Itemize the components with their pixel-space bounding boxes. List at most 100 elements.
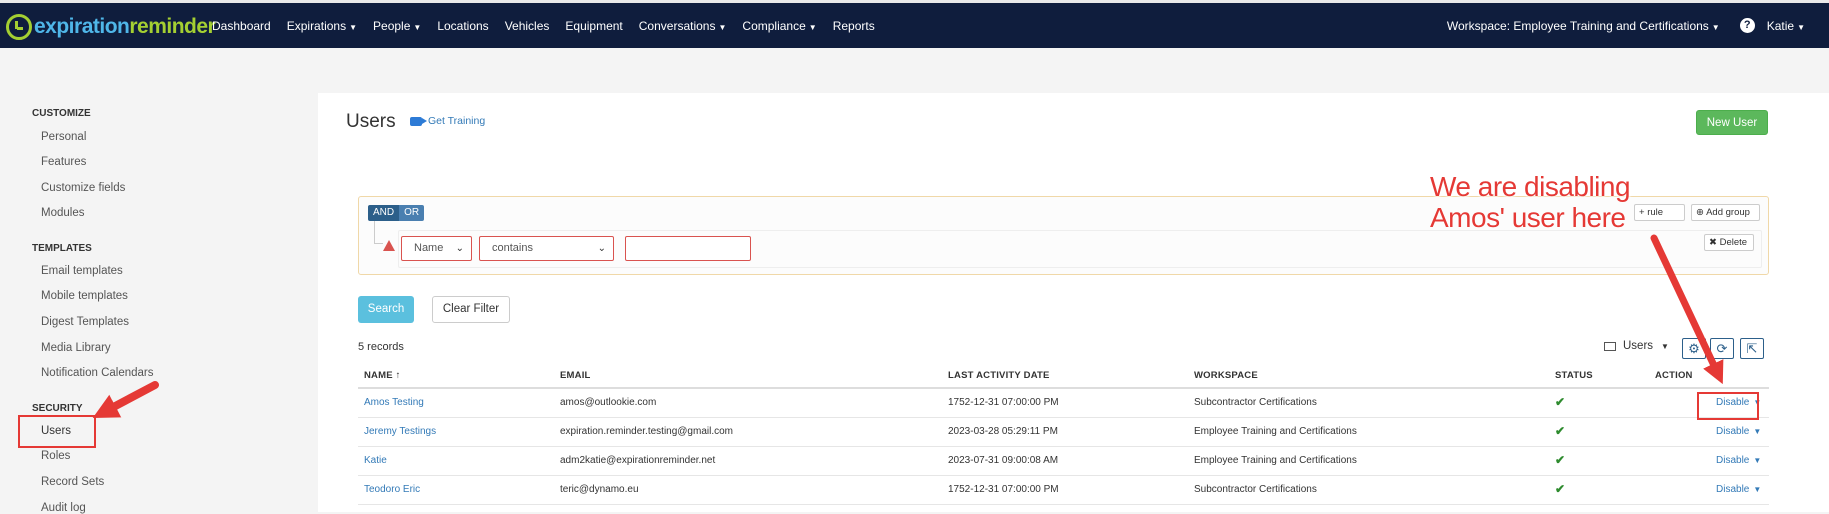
user-workspace: Employee Training and Certifications — [1194, 426, 1357, 437]
user-email: expiration.reminder.testing@gmail.com — [560, 426, 734, 437]
user-name-link[interactable]: Amos Testing — [364, 397, 424, 408]
col-email[interactable]: EMAIL — [560, 370, 591, 381]
workspace-selector[interactable]: Workspace: Employee Training and Certifi… — [1447, 19, 1720, 33]
plus-circle-icon: ⊕ — [1696, 207, 1707, 218]
caret-down-icon: ▼ — [349, 22, 358, 32]
sidebar-item-digest-templates[interactable]: Digest Templates — [41, 316, 129, 328]
caret-down-icon[interactable]: ▼ — [1753, 456, 1761, 465]
chevron-down-icon: ⌄ — [597, 243, 606, 254]
col-workspace[interactable]: WORKSPACE — [1194, 370, 1258, 381]
table-icon — [1604, 341, 1616, 351]
field-select[interactable]: Name ⌄ — [401, 236, 472, 261]
disable-button[interactable]: Disable ▼ — [1716, 455, 1761, 466]
checkmark-icon: ✔ — [1555, 453, 1566, 467]
user-email: adm2katie@expirationreminder.net — [560, 455, 716, 466]
sidebar-item-mobile-templates[interactable]: Mobile templates — [41, 290, 128, 302]
user-last-activity: 1752-12-31 07:00:00 PM — [948, 397, 1059, 408]
caret-down-icon: ▼ — [1711, 22, 1720, 32]
caret-down-icon: ▼ — [1797, 22, 1805, 32]
col-name[interactable]: NAME ↑ — [364, 370, 401, 381]
page-title: Users — [346, 111, 396, 132]
user-last-activity: 2023-03-28 05:29:11 PM — [948, 426, 1058, 437]
rule-connector — [374, 221, 383, 244]
filter-value-input[interactable] — [625, 236, 751, 261]
brand-part1: expiration — [34, 15, 130, 38]
sidebar-item-media-library[interactable]: Media Library — [41, 342, 111, 354]
checkmark-icon: ✔ — [1555, 424, 1566, 438]
nav-compliance[interactable]: Compliance ▼ — [742, 19, 816, 33]
video-camera-icon — [410, 116, 427, 126]
nav-dashboard[interactable]: Dashboard — [212, 19, 271, 33]
help-icon[interactable]: ? — [1739, 18, 1755, 33]
caret-down-icon[interactable]: ▼ — [1753, 485, 1761, 494]
sidebar-item-features[interactable]: Features — [41, 156, 86, 168]
security-heading: SECURITY — [32, 403, 83, 414]
sidebar-item-customize-fields[interactable]: Customize fields — [41, 182, 125, 194]
chevron-down-icon: ⌄ — [455, 243, 464, 254]
add-rule-button[interactable]: + rule — [1634, 204, 1685, 221]
clear-filter-button[interactable]: Clear Filter — [432, 296, 510, 323]
nav-people[interactable]: People ▼ — [373, 19, 421, 33]
view-selector[interactable]: Users ▼ — [1604, 340, 1669, 352]
col-status[interactable]: STATUS — [1555, 370, 1593, 381]
get-training-label: Get Training — [428, 115, 486, 127]
caret-down-icon: ▼ — [1661, 341, 1669, 351]
warning-icon — [383, 240, 395, 251]
user-name-link[interactable]: Jeremy Testings — [364, 426, 436, 437]
nav-expirations[interactable]: Expirations ▼ — [287, 19, 357, 33]
add-group-button[interactable]: ⊕ Add group — [1691, 204, 1760, 221]
and-or-toggle: AND OR — [368, 205, 425, 221]
annotation-line-1: We are disabling — [1430, 171, 1631, 202]
user-workspace: Subcontractor Certifications — [1194, 484, 1317, 495]
user-workspace: Subcontractor Certifications — [1194, 397, 1317, 408]
nav-locations[interactable]: Locations — [437, 19, 488, 33]
checkmark-icon: ✔ — [1555, 395, 1566, 409]
checkmark-icon: ✔ — [1555, 482, 1566, 496]
caret-down-icon: ▼ — [413, 22, 422, 32]
sidebar-item-notification-calendars[interactable]: Notification Calendars — [41, 367, 154, 379]
user-last-activity: 2023-07-31 09:00:08 AM — [948, 455, 1059, 466]
col-last-activity[interactable]: LAST ACTIVITY DATE — [948, 370, 1050, 381]
user-email: teric@dynamo.eu — [560, 484, 639, 495]
brand-part2: reminder — [129, 15, 216, 38]
export-icon[interactable]: ⇱ — [1740, 338, 1764, 359]
nav-reports[interactable]: Reports — [833, 19, 875, 33]
delete-rule-button[interactable]: ✖ Delete — [1704, 234, 1754, 251]
caret-down-icon[interactable]: ▼ — [1753, 427, 1761, 436]
sidebar-item-email-templates[interactable]: Email templates — [41, 265, 123, 277]
disable-button[interactable]: Disable ▼ — [1716, 484, 1761, 495]
search-button[interactable]: Search — [358, 296, 414, 323]
sidebar-item-record-sets[interactable]: Record Sets — [41, 476, 104, 488]
user-menu[interactable]: Katie ▼ — [1767, 19, 1805, 33]
col-action: ACTION — [1655, 370, 1693, 381]
disable-button[interactable]: Disable ▼ — [1716, 426, 1761, 437]
caret-down-icon: ▼ — [718, 22, 727, 32]
customize-heading: CUSTOMIZE — [32, 108, 91, 119]
and-button[interactable]: AND — [368, 205, 400, 221]
sidebar-item-audit-log[interactable]: Audit log — [41, 502, 86, 514]
clock-logo-icon — [6, 14, 32, 40]
or-button[interactable]: OR — [399, 205, 425, 221]
get-training-link[interactable]: Get Training — [410, 115, 485, 127]
nav-equipment[interactable]: Equipment — [565, 19, 622, 33]
nav-vehicles[interactable]: Vehicles — [505, 19, 550, 33]
sidebar-item-personal[interactable]: Personal — [41, 131, 86, 143]
nav-conversations[interactable]: Conversations ▼ — [639, 19, 727, 33]
sidebar-item-roles[interactable]: Roles — [41, 450, 70, 462]
operator-select[interactable]: contains ⌄ — [479, 236, 614, 261]
caret-down-icon: ▼ — [808, 22, 817, 32]
users-highlight-box — [18, 415, 96, 448]
user-name-link[interactable]: Teodoro Eric — [364, 484, 420, 495]
user-email: amos@outlookie.com — [560, 397, 657, 408]
sidebar-item-modules[interactable]: Modules — [41, 207, 84, 219]
new-user-button[interactable]: New User — [1696, 110, 1768, 135]
refresh-icon[interactable]: ⟳ — [1710, 338, 1734, 359]
user-name-link[interactable]: Katie — [364, 455, 387, 466]
records-count: 5 records — [358, 341, 404, 353]
templates-heading: TEMPLATES — [32, 243, 92, 254]
main-nav: Dashboard Expirations ▼ People ▼ Locations… — [212, 3, 891, 48]
user-workspace: Employee Training and Certifications — [1194, 455, 1357, 466]
user-last-activity: 1752-12-31 07:00:00 PM — [948, 484, 1059, 495]
settings-gear-icon[interactable]: ⚙ — [1682, 338, 1706, 359]
brand-logo[interactable]: expiration reminder — [6, 12, 216, 42]
